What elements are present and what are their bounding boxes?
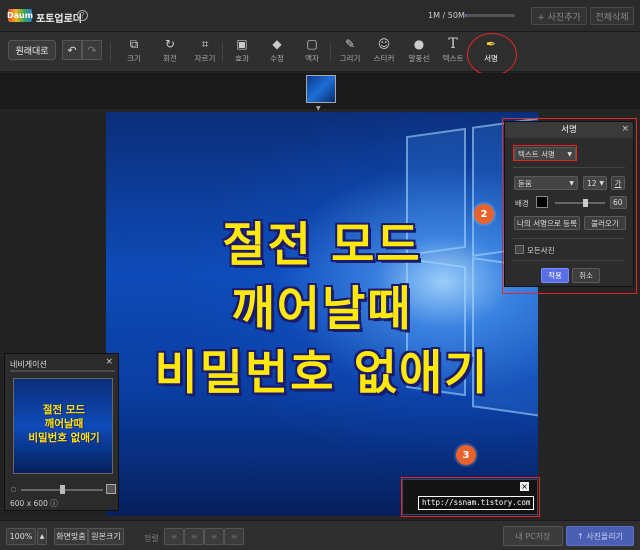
tool-label: 텍스트 xyxy=(442,54,464,63)
app-title: 포토업로더 xyxy=(36,14,82,25)
tool-label: 회전 xyxy=(163,54,177,63)
crop-icon: ⌗ xyxy=(201,37,209,51)
info-icon[interactable]: ⓘ xyxy=(50,498,58,509)
tool-sticker[interactable]: ☺ 스티커 xyxy=(368,36,400,64)
navigator-zoom-handle[interactable] xyxy=(60,485,65,494)
tool-retouch[interactable]: ◆ 수정 xyxy=(261,36,293,64)
save-to-pc-button[interactable]: 내 PC저장 xyxy=(503,526,563,546)
toolbar-divider xyxy=(222,42,223,62)
sticker-icon: ☺ xyxy=(377,37,391,51)
frame-icon: ▢ xyxy=(306,37,318,51)
effect-icon: ▣ xyxy=(236,37,248,51)
tool-label: 스티커 xyxy=(373,54,395,63)
storage-usage-bar xyxy=(465,14,515,17)
photo-thumbnail[interactable] xyxy=(306,75,336,103)
align-label: 정렬 xyxy=(144,534,159,543)
fit-screen-button[interactable]: 화면맞춤 xyxy=(54,528,88,545)
tool-label: 크기 xyxy=(127,54,141,63)
annotation-badge-2: 2 xyxy=(474,204,494,224)
rotate-icon: ↻ xyxy=(164,37,176,51)
divider xyxy=(10,370,115,372)
signature-tool-highlight xyxy=(467,33,517,76)
help-icon[interactable]: ? xyxy=(77,10,88,21)
brush-icon: ✎ xyxy=(344,37,356,51)
storage-usage-text: 1M / 50M xyxy=(428,11,465,20)
add-photo-button[interactable]: + 사진추가 xyxy=(531,7,587,25)
close-icon[interactable]: × xyxy=(105,357,113,367)
tool-frame[interactable]: ▢ 액자 xyxy=(296,36,328,64)
tool-label: 말풍선 xyxy=(408,54,430,63)
annotation-badge-3: 3 xyxy=(456,445,476,465)
text-icon: T xyxy=(448,36,458,52)
tool-label: 액자 xyxy=(305,54,319,63)
speech-bubble-icon: ● xyxy=(413,37,425,51)
zoom-in-icon[interactable] xyxy=(106,484,116,494)
collapse-strip-icon[interactable]: ▼ xyxy=(316,105,321,112)
navigator-thumbnail[interactable]: 절전 모드 깨어날때 비밀번호 없애기 xyxy=(13,378,113,474)
storage-usage-fill xyxy=(465,14,466,17)
align-right-icon[interactable]: ≡ xyxy=(204,528,224,545)
delete-all-button[interactable]: 전체삭제 xyxy=(590,7,634,25)
tool-rotate[interactable]: ↻ 회전 xyxy=(154,36,186,64)
title-bar: Daum 포토업로더 ? 1M / 50M + 사진추가 전체삭제 xyxy=(0,0,640,32)
navigator-text-line-1: 절전 모드 xyxy=(42,404,86,416)
toolbar-divider xyxy=(110,42,111,62)
tool-effect[interactable]: ▣ 효과 xyxy=(226,36,258,64)
eraser-icon: ◆ xyxy=(272,37,282,51)
thumbnail-strip: ▼ xyxy=(0,73,640,112)
tool-label: 그리기 xyxy=(339,54,361,63)
align-left-icon[interactable]: ≡ xyxy=(164,528,184,545)
photo-text-line-1: 절전 모드 xyxy=(222,218,422,273)
signature-text-highlight xyxy=(401,477,540,517)
zoom-level-select[interactable]: 100% xyxy=(6,528,36,545)
upload-photo-button[interactable]: ↑ 사진올리기 xyxy=(566,526,634,546)
redo-icon[interactable]: ↷ xyxy=(82,40,102,60)
tool-draw[interactable]: ✎ 그리기 xyxy=(334,36,366,64)
tool-label: 자르기 xyxy=(194,54,216,63)
zoom-stepper[interactable]: ▲ xyxy=(37,528,47,545)
photo-text-line-3: 비밀번호 없애기 xyxy=(154,346,490,401)
tool-resize[interactable]: ⧉ 크기 xyxy=(118,36,150,64)
tool-label: 효과 xyxy=(235,54,249,63)
signature-type-highlight xyxy=(513,145,577,161)
resize-icon: ⧉ xyxy=(129,37,139,51)
tool-text[interactable]: T 텍스트 xyxy=(437,36,469,64)
tool-speech-bubble[interactable]: ● 말풍선 xyxy=(403,36,435,64)
navigator-title: 네비게이션 xyxy=(10,360,47,369)
edit-toolbar: 원래대로 ↶ ↷ ⧉ 크기 ↻ 회전 ⌗ 자르기 ▣ 효과 ◆ 수정 ▢ 액자 ✎ 그리기 ☺… xyxy=(0,32,640,72)
image-size-text: 600 x 600 xyxy=(10,499,48,508)
navigator-text-line-3: 비밀번호 없애기 xyxy=(28,432,100,444)
zoom-out-icon[interactable]: ◻ xyxy=(11,486,16,493)
revert-original-button[interactable]: 원래대로 xyxy=(8,40,56,60)
original-size-button[interactable]: 원본크기 xyxy=(88,528,124,545)
align-center-icon[interactable]: ≡ xyxy=(184,528,204,545)
undo-icon[interactable]: ↶ xyxy=(62,40,82,60)
bottom-bar: 100% ▲ 화면맞춤 원본크기 정렬 ≡ ≡ ≡ ≡ 내 PC저장 ↑ 사진올… xyxy=(0,520,640,550)
tool-label: 수정 xyxy=(270,54,284,63)
daum-logo: Daum xyxy=(6,9,34,22)
photo-text-line-2: 깨어날때 xyxy=(231,282,413,337)
align-justify-icon[interactable]: ≡ xyxy=(224,528,244,545)
toolbar-divider xyxy=(330,42,331,62)
navigator-text-line-2: 깨어날때 xyxy=(44,418,84,430)
navigator-panel: 네비게이션 × 절전 모드 깨어날때 비밀번호 없애기 ◻ 600 x 600 … xyxy=(4,353,119,511)
tool-crop[interactable]: ⌗ 자르기 xyxy=(189,36,221,64)
